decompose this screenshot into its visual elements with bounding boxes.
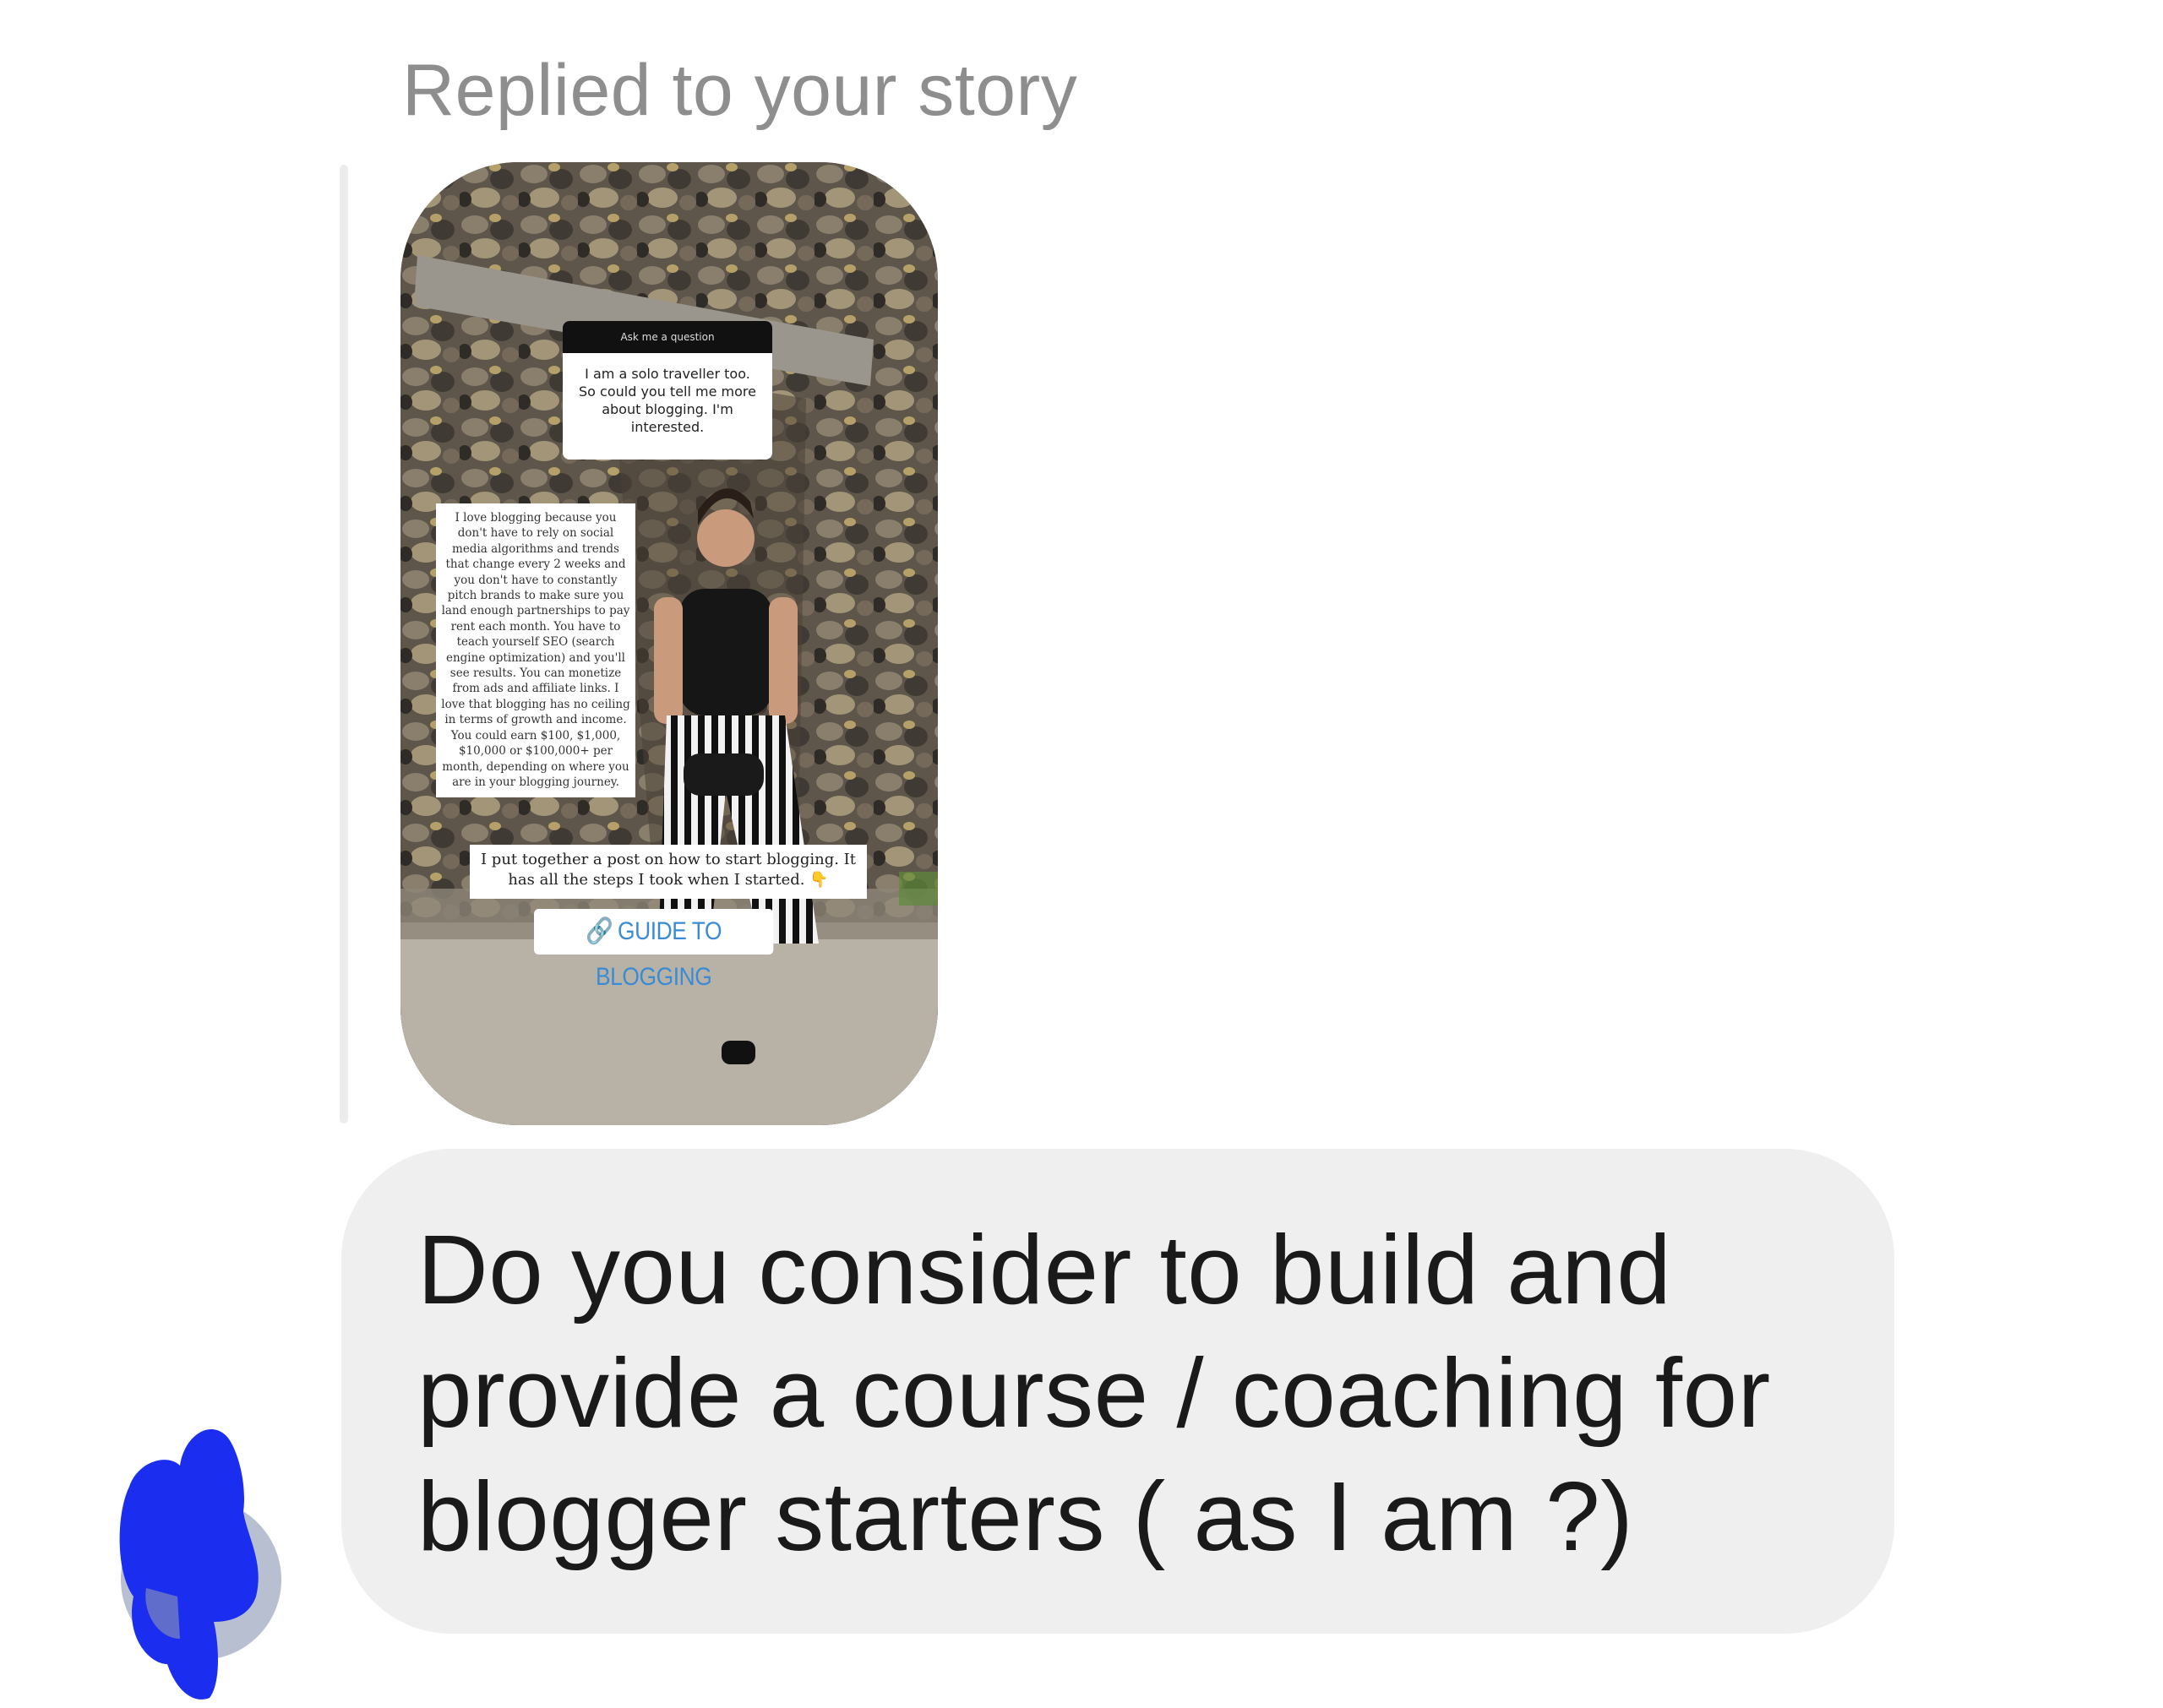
link-label: GUIDE TO BLOGGING bbox=[596, 917, 722, 991]
answer-text-note: I love blogging because you don't have t… bbox=[436, 503, 635, 797]
question-sticker: Ask me a question I am a solo traveller … bbox=[563, 321, 772, 460]
message-bubble[interactable]: Do you consider to build and provide a c… bbox=[341, 1149, 1894, 1634]
question-sticker-header: Ask me a question bbox=[563, 321, 772, 353]
reply-header: Replied to your story bbox=[402, 50, 1078, 131]
reply-quote-bar bbox=[340, 165, 348, 1123]
avatar-redacted bbox=[119, 1429, 281, 1700]
steps-text-note: I put together a post on how to start bl… bbox=[470, 845, 867, 899]
message-text: Do you consider to build and provide a c… bbox=[417, 1215, 1771, 1571]
link-icon: 🔗 bbox=[586, 917, 613, 945]
guide-link-sticker[interactable]: 🔗 GUIDE TO BLOGGING bbox=[534, 909, 774, 991]
story-preview[interactable]: Ask me a question I am a solo traveller … bbox=[400, 162, 938, 1125]
question-sticker-text: I am a solo traveller too. So could you … bbox=[579, 366, 756, 435]
